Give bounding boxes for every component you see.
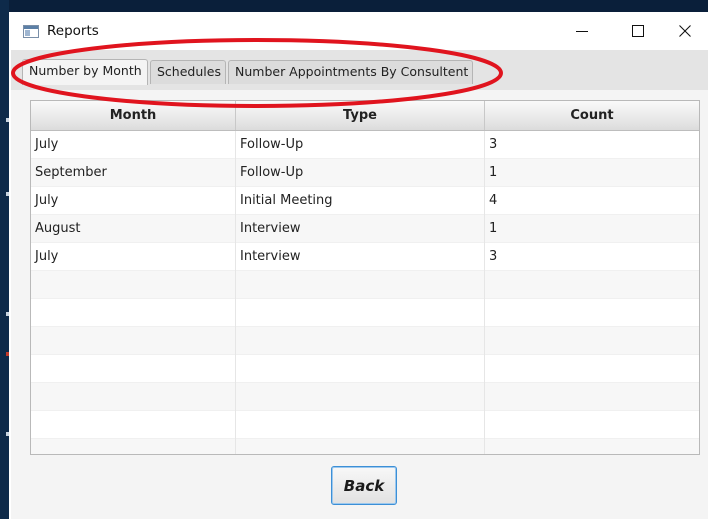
cell-month	[31, 271, 236, 299]
cell-type	[236, 411, 485, 439]
tab-bar: Number by Month Schedules Number Appoint…	[11, 50, 708, 90]
cell-type	[236, 439, 485, 454]
title-bar[interactable]: Reports	[11, 12, 708, 50]
desktop-background-top	[9, 0, 708, 12]
back-button[interactable]: Back	[331, 466, 397, 505]
cell-count: 3	[489, 137, 498, 152]
table-row-empty	[31, 355, 699, 383]
cell-month: September	[31, 159, 236, 187]
cell-month	[31, 383, 236, 411]
desktop-edge-mark	[6, 192, 9, 196]
tab-number-by-month[interactable]: Number by Month	[22, 59, 148, 85]
cell-count	[485, 411, 699, 439]
cell-month	[31, 327, 236, 355]
table-row-empty	[31, 271, 699, 299]
table-row[interactable]: July Initial Meeting 4	[31, 187, 699, 215]
window-title: Reports	[47, 23, 99, 39]
report-table: Month Type Count July Follow-Up 3 Septem…	[30, 100, 700, 455]
cell-type: Follow-Up	[236, 159, 485, 187]
cell-month: August	[31, 215, 236, 243]
table-row[interactable]: August Interview 1	[31, 215, 699, 243]
table-row-empty	[31, 439, 699, 454]
app-window-icon	[23, 25, 39, 38]
cell-month	[31, 411, 236, 439]
table-body: July Follow-Up 3 September Follow-Up 1 J…	[31, 131, 699, 454]
desktop-edge-mark	[6, 312, 9, 316]
table-row[interactable]: July Follow-Up 3	[31, 131, 699, 159]
minimize-button[interactable]	[559, 12, 605, 50]
cell-type	[236, 271, 485, 299]
cell-type	[236, 327, 485, 355]
cell-count	[485, 271, 699, 299]
table-row-empty	[31, 299, 699, 327]
cell-count	[485, 439, 699, 454]
cell-month	[31, 439, 236, 454]
cell-month: July	[31, 131, 236, 159]
cell-type: Interview	[236, 243, 485, 271]
desktop-edge-mark	[6, 352, 9, 356]
column-header-count[interactable]: Count	[485, 101, 699, 130]
maximize-button[interactable]	[615, 12, 661, 50]
desktop-edge-mark	[6, 432, 9, 436]
cell-count: 1	[489, 165, 498, 180]
cell-month: July	[31, 187, 236, 215]
cell-count	[485, 299, 699, 327]
cell-count	[485, 383, 699, 411]
column-header-type[interactable]: Type	[236, 101, 485, 130]
maximize-icon	[632, 25, 644, 37]
cell-month	[31, 299, 236, 327]
table-row[interactable]: July Interview 3	[31, 243, 699, 271]
cell-count: 3	[489, 249, 498, 264]
tab-schedules[interactable]: Schedules	[150, 60, 226, 84]
cell-type	[236, 383, 485, 411]
minimize-icon	[576, 31, 588, 32]
column-header-month[interactable]: Month	[31, 101, 236, 130]
close-button[interactable]	[662, 12, 708, 50]
cell-type: Follow-Up	[236, 131, 485, 159]
desktop-edge-mark	[6, 118, 9, 122]
cell-count: 1	[489, 221, 498, 236]
cell-month: July	[31, 243, 236, 271]
close-icon	[679, 25, 691, 37]
table-row-empty	[31, 383, 699, 411]
cell-type: Interview	[236, 215, 485, 243]
table-row-empty	[31, 327, 699, 355]
desktop-background-left	[0, 0, 9, 519]
cell-month	[31, 355, 236, 383]
cell-type	[236, 355, 485, 383]
tab-number-appointments-by-consultant[interactable]: Number Appointments By Consultent	[228, 60, 473, 84]
table-header: Month Type Count	[31, 101, 699, 131]
reports-window: Reports Number by Month Schedules Number…	[11, 12, 708, 519]
cell-type: Initial Meeting	[236, 187, 485, 215]
cell-type	[236, 299, 485, 327]
table-row[interactable]: September Follow-Up 1	[31, 159, 699, 187]
table-row-empty	[31, 411, 699, 439]
cell-count: 4	[489, 193, 498, 208]
cell-count	[485, 327, 699, 355]
cell-count	[485, 355, 699, 383]
